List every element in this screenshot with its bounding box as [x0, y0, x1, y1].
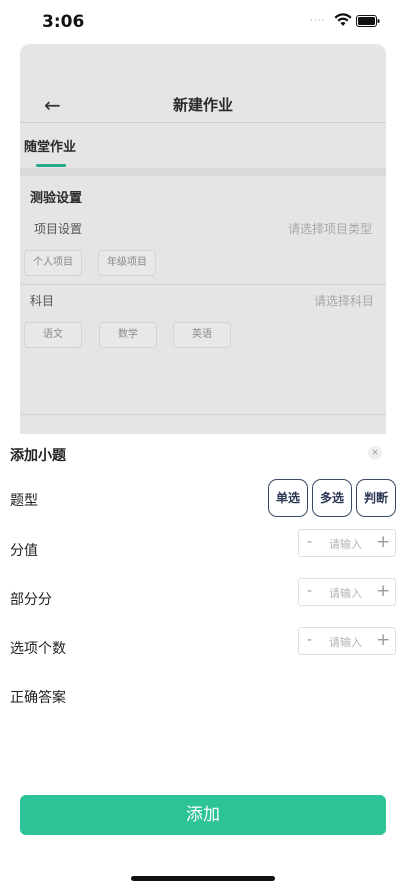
battery-icon — [356, 15, 380, 27]
wifi-icon — [334, 13, 352, 26]
section-gap — [20, 168, 386, 176]
score-stepper[interactable]: - 请输入 + — [298, 529, 396, 557]
chip-personal-project[interactable]: 个人项目 — [24, 250, 82, 276]
home-indicator — [131, 876, 275, 881]
subject-select[interactable]: 请选择科目 — [314, 292, 374, 309]
chip-chinese[interactable]: 语文 — [24, 322, 82, 348]
plus-icon[interactable]: + — [376, 532, 390, 552]
type-single-choice-button[interactable]: 单选 — [268, 479, 308, 517]
section-title-quiz-settings: 测验设置 — [30, 191, 83, 206]
panel-title: 添加小题 — [10, 448, 66, 464]
option-count-stepper[interactable]: - 请输入 + — [298, 627, 396, 655]
chip-grade-project[interactable]: 年级项目 — [98, 250, 156, 276]
minus-icon[interactable]: - — [307, 583, 312, 599]
partial-score-label: 部分分 — [10, 592, 52, 608]
project-type-select[interactable]: 请选择项目类型 — [288, 220, 372, 237]
project-settings-label: 项目设置 — [34, 222, 83, 236]
type-true-false-button[interactable]: 判断 — [356, 479, 396, 517]
tab-active-indicator — [36, 164, 66, 167]
add-question-panel: 添加小题 × 题型 单选 多选 判断 分值 - 请输入 + 部分分 - 请输入 … — [0, 434, 406, 888]
tab-in-class-homework[interactable]: 随堂作业 — [24, 136, 76, 155]
divider — [20, 122, 386, 123]
score-label: 分值 — [10, 543, 38, 559]
divider — [20, 414, 386, 415]
chip-math[interactable]: 数学 — [99, 322, 157, 348]
partial-score-stepper[interactable]: - 请输入 + — [298, 578, 396, 606]
background-page: ← 新建作业 随堂作业 测验设置 项目设置 请选择项目类型 个人项目 年级项目 … — [20, 44, 386, 434]
option-count-label: 选项个数 — [10, 641, 66, 657]
close-icon[interactable]: × — [368, 446, 382, 460]
add-button[interactable]: 添加 — [20, 795, 386, 835]
divider — [20, 284, 386, 285]
chip-english[interactable]: 英语 — [173, 322, 231, 348]
question-type-label: 题型 — [10, 493, 38, 509]
score-input[interactable]: 请输入 — [329, 536, 362, 552]
correct-answer-label: 正确答案 — [10, 690, 66, 706]
minus-icon[interactable]: - — [307, 632, 312, 648]
plus-icon[interactable]: + — [376, 630, 390, 650]
option-count-input[interactable]: 请输入 — [329, 634, 362, 650]
status-bar: 3:06 ···· — [0, 0, 406, 44]
signal-icon: ···· — [310, 16, 326, 26]
status-time: 3:06 — [42, 12, 85, 32]
plus-icon[interactable]: + — [376, 581, 390, 601]
type-multiple-choice-button[interactable]: 多选 — [312, 479, 352, 517]
minus-icon[interactable]: - — [307, 534, 312, 550]
page-title: 新建作业 — [172, 96, 233, 114]
partial-score-input[interactable]: 请输入 — [329, 585, 362, 601]
subject-label: 科目 — [30, 294, 55, 308]
